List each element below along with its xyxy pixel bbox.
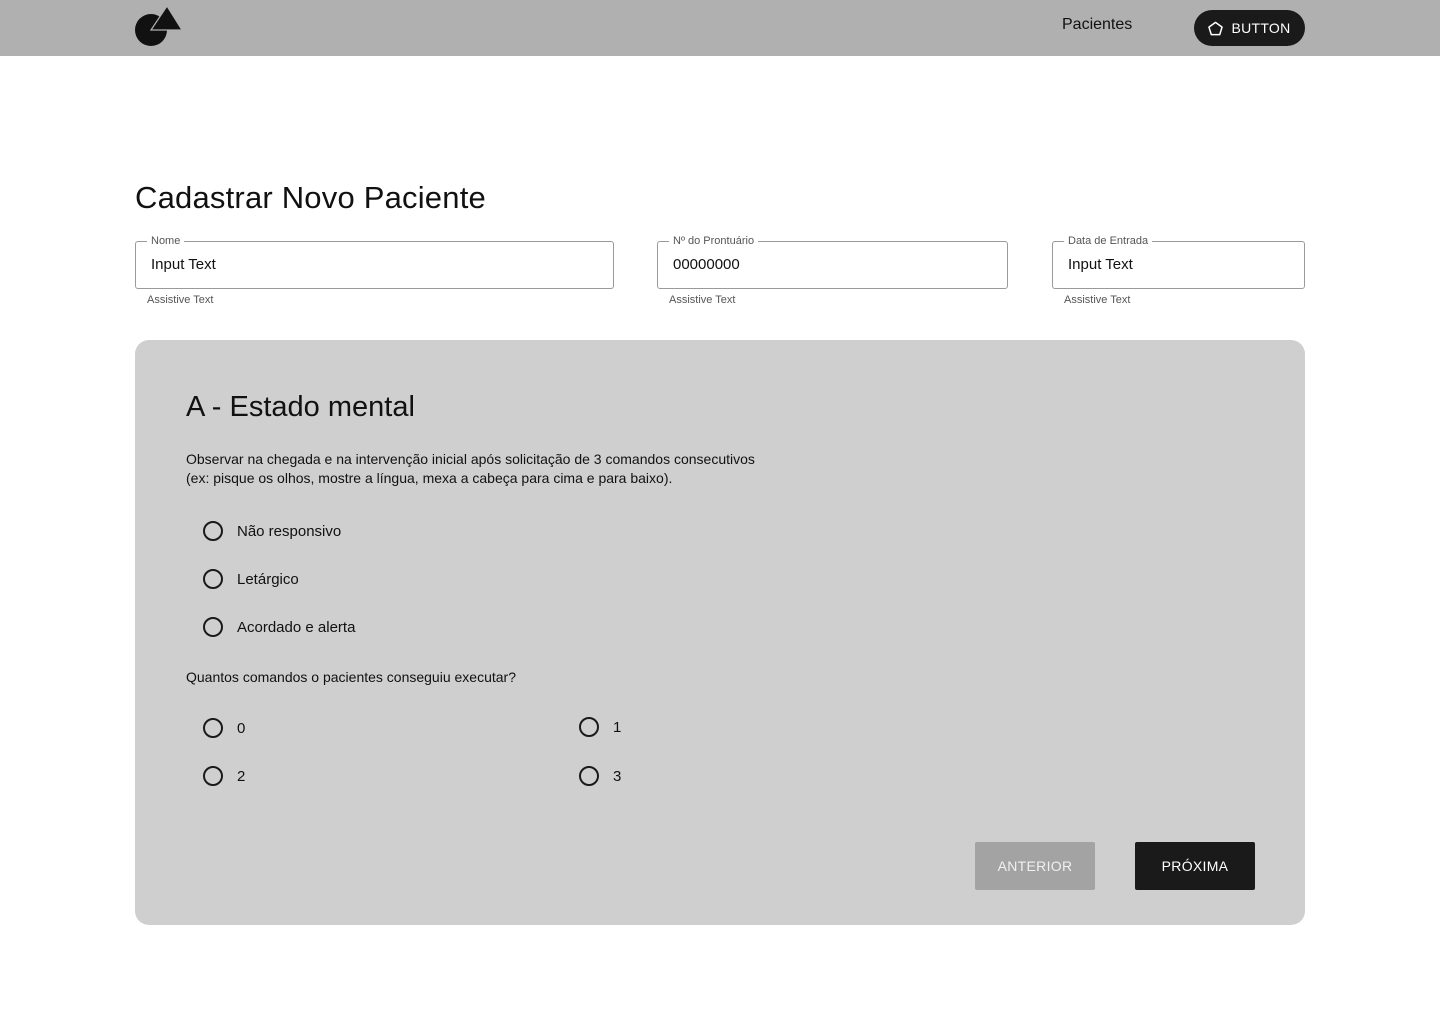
nav-link-pacientes[interactable]: Pacientes [1062, 16, 1132, 34]
radio-circle-icon[interactable] [203, 617, 223, 637]
home-icon [1208, 21, 1224, 36]
entry-date-assistive-text: Assistive Text [1064, 294, 1131, 306]
section-description-line-1: Observar na chegada e na intervenção ini… [186, 451, 755, 467]
page-title: Cadastrar Novo Paciente [135, 180, 486, 215]
section-description-line-2: (ex: pisque os olhos, mostre a língua, m… [186, 470, 673, 486]
triangle-circle-logo-icon[interactable] [135, 4, 184, 48]
radio-label: Não responsivo [237, 522, 342, 540]
entry-date-field-label: Data de Entrada [1064, 234, 1153, 248]
radio-command-0[interactable]: 0 [203, 718, 245, 738]
mental-state-card: A - Estado mental Observar na chegada e … [135, 340, 1305, 925]
name-field-value: Input Text [151, 256, 216, 273]
radio-circle-icon[interactable] [203, 718, 223, 738]
record-number-field-label: Nº do Prontuário [669, 234, 759, 248]
name-field-label: Nome [147, 234, 185, 248]
section-description: Observar na chegada e na intervenção ini… [186, 450, 906, 488]
record-number-assistive-text: Assistive Text [669, 294, 736, 306]
radio-label: 1 [613, 718, 622, 736]
radio-circle-icon[interactable] [579, 766, 599, 786]
header-button-label: BUTTON [1231, 20, 1291, 36]
section-title: A - Estado mental [186, 391, 415, 423]
radio-circle-icon[interactable] [203, 569, 223, 589]
radio-circle-icon[interactable] [203, 521, 223, 541]
radio-label: 0 [237, 719, 246, 737]
radio-option-nao-responsivo[interactable]: Não responsivo [203, 521, 341, 541]
name-field[interactable]: Nome Input Text [135, 234, 614, 289]
header-button[interactable]: BUTTON [1194, 10, 1305, 46]
radio-label: 2 [237, 767, 246, 785]
radio-option-acordado-alerta[interactable]: Acordado e alerta [203, 617, 355, 637]
radio-command-1[interactable]: 1 [579, 717, 621, 737]
radio-option-letargico[interactable]: Letárgico [203, 569, 299, 589]
radio-circle-icon[interactable] [579, 717, 599, 737]
record-number-field[interactable]: Nº do Prontuário 00000000 [657, 234, 1008, 289]
previous-button[interactable]: ANTERIOR [975, 842, 1095, 890]
radio-command-3[interactable]: 3 [579, 766, 621, 786]
radio-label: 3 [613, 767, 622, 785]
radio-label: Acordado e alerta [237, 618, 356, 636]
radio-label: Letárgico [237, 570, 299, 588]
radio-circle-icon[interactable] [203, 766, 223, 786]
entry-date-field[interactable]: Data de Entrada Input Text [1052, 234, 1305, 289]
commands-question: Quantos comandos o pacientes conseguiu e… [186, 669, 516, 685]
next-button[interactable]: PRÓXIMA [1135, 842, 1255, 890]
radio-command-2[interactable]: 2 [203, 766, 245, 786]
top-navigation-bar: Pacientes BUTTON [0, 0, 1440, 56]
entry-date-field-value: Input Text [1068, 256, 1133, 273]
record-number-field-value: 00000000 [673, 256, 740, 273]
name-field-assistive-text: Assistive Text [147, 294, 214, 306]
